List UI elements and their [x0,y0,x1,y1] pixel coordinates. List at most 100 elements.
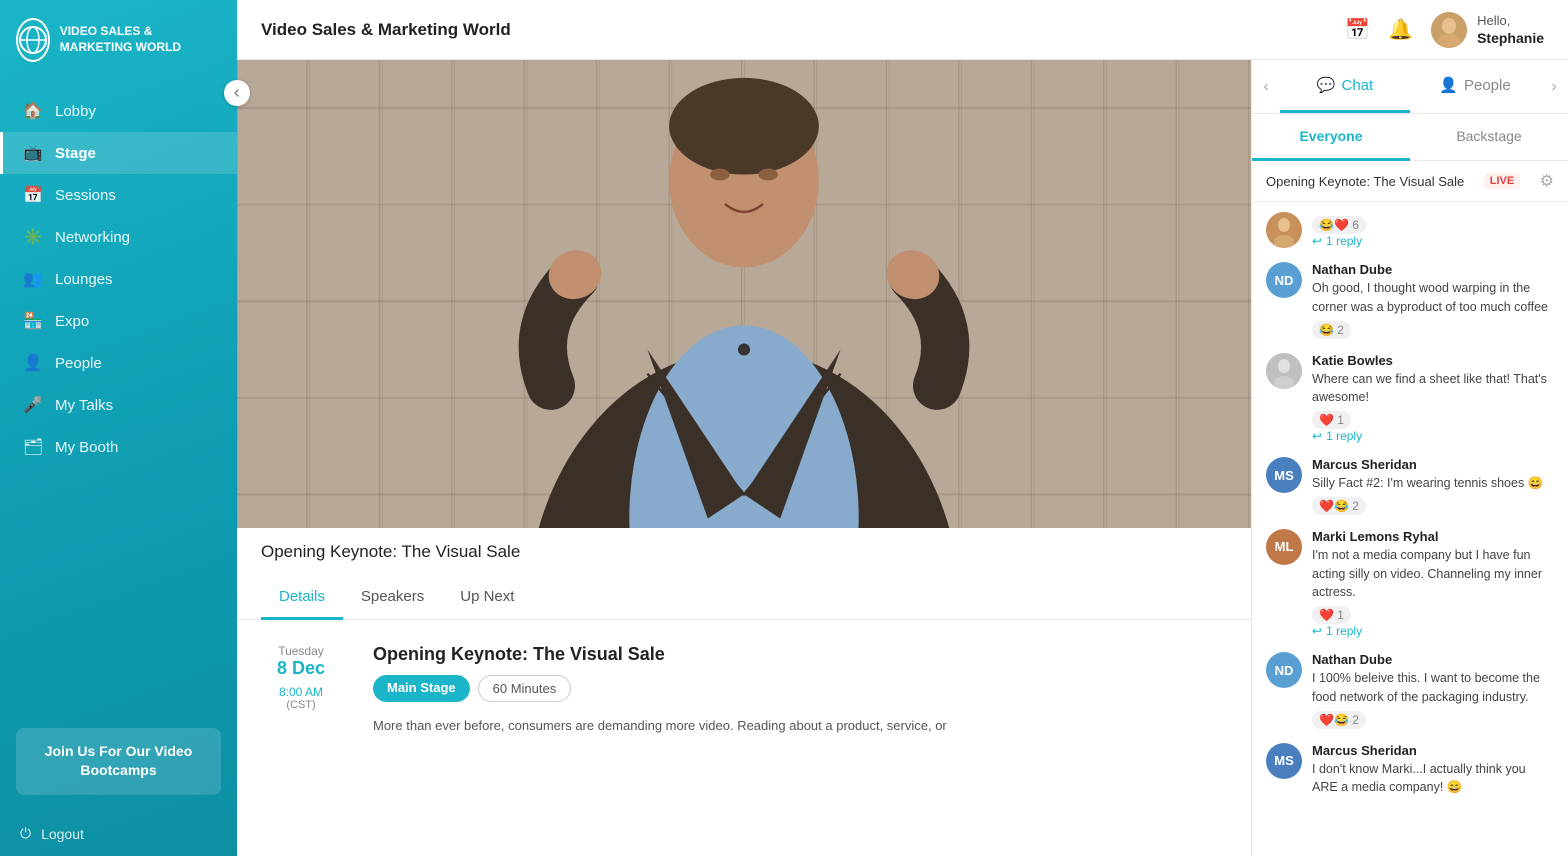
chat-icon: 💬 [1317,76,1336,94]
chat-messages: 😂❤️ 6 ↩ 1 reply ND Nathan Dube Oh good, … [1252,202,1568,856]
chat-message: 😂❤️ 6 ↩ 1 reply [1266,212,1554,248]
sidebar-item-sessions[interactable]: 📅 Sessions [0,174,237,216]
main-content: Video Sales & Marketing World 📅 🔔 Hello,… [237,0,1568,856]
video-title: Opening Keynote: The Visual Sale [237,528,1251,576]
subtab-everyone[interactable]: Everyone [1252,114,1410,161]
topbar-title: Video Sales & Marketing World [261,20,1345,40]
notification-icon[interactable]: 🔔 [1388,17,1413,42]
right-panel: ‹ 💬 Chat 👤 People › Everyone Backstage O… [1251,60,1568,856]
sidebar-item-networking[interactable]: ✳️Networking [0,216,237,258]
chat-message-text: I 100% beleive this. I want to become th… [1312,669,1554,707]
chat-message-body: Nathan Dube Oh good, I thought wood warp… [1312,262,1554,339]
sidebar-logout-button[interactable]: ⏻ Logout [0,811,237,856]
logo-text: VIDEO SALES & MARKETING WORLD [60,24,221,55]
calendar-icon[interactable]: 📅 [1345,17,1370,42]
chat-reactions: ❤️😂 2 [1312,711,1554,729]
chat-settings-icon[interactable]: ⚙ [1540,171,1554,191]
chat-avatar: ND [1266,652,1302,688]
tab-details[interactable]: Details [261,576,343,620]
sidebar: VIDEO SALES & MARKETING WORLD 🏠Lobby📺Sta… [0,0,237,856]
chat-reply-button[interactable]: ↩ 1 reply [1312,234,1554,248]
tab-up-next[interactable]: Up Next [442,576,532,620]
chat-message-text: Where can we find a sheet like that! Tha… [1312,370,1554,408]
user-name: Stephanie [1477,30,1544,46]
event-date-column: Tuesday 8 Dec 8:00 AM (CST) [261,644,341,711]
sidebar-bootcamp-button[interactable]: Join Us For Our Video Bootcamps [16,728,221,795]
chat-channel-title: Opening Keynote: The Visual Sale [1266,174,1464,189]
chat-message-body: Katie Bowles Where can we find a sheet l… [1312,353,1554,444]
lobby-icon: 🏠 [23,101,43,121]
sidebar-item-my-talks[interactable]: 🎤My Talks [0,384,237,426]
chat-message-body: Marki Lemons Ryhal I'm not a media compa… [1312,529,1554,638]
chat-message-body: 😂❤️ 6 ↩ 1 reply [1312,212,1554,248]
chat-message: ND Nathan Dube Oh good, I thought wood w… [1266,262,1554,339]
chat-avatar: ML [1266,529,1302,565]
video-player[interactable] [237,60,1251,528]
tab-people[interactable]: 👤 People [1410,60,1540,113]
user-avatar [1431,12,1467,48]
sidebar-item-label: Expo [55,313,89,330]
chat-message-text: Oh good, I thought wood warping in the c… [1312,279,1554,317]
sidebar-item-my-booth[interactable]: 🗂 My Booth [0,426,237,468]
event-meta: Tuesday 8 Dec 8:00 AM (CST) Opening Keyn… [261,644,1227,737]
event-tags: Main Stage 60 Minutes [373,675,1227,702]
chat-sub-tabs: Everyone Backstage [1252,114,1568,161]
chat-message: Katie Bowles Where can we find a sheet l… [1266,353,1554,444]
chat-sender-name: Marcus Sheridan [1312,457,1554,472]
chat-sender-name: Nathan Dube [1312,262,1554,277]
reaction-emoji: ❤️😂 2 [1312,497,1366,515]
sidebar-item-people[interactable]: 👤People [0,342,237,384]
subtab-backstage[interactable]: Backstage [1410,114,1568,160]
chat-tab-label: Chat [1342,77,1374,94]
chat-message-body: Marcus Sheridan Silly Fact #2: I'm weari… [1312,457,1554,515]
chat-reply-button[interactable]: ↩ 1 reply [1312,429,1554,443]
event-time: 8:00 AM [261,685,341,699]
sidebar-item-label: My Talks [55,397,113,414]
event-title: Opening Keynote: The Visual Sale [373,644,1227,665]
chat-avatar: MS [1266,743,1302,779]
sidebar-item-label: My Booth [55,439,118,456]
sidebar-toggle-button[interactable] [224,80,250,106]
reaction-emoji: ❤️😂 2 [1312,711,1366,729]
event-timezone: (CST) [261,699,341,711]
my-booth-icon: 🗂 [23,437,43,457]
chat-message: ND Nathan Dube I 100% beleive this. I wa… [1266,652,1554,729]
sidebar-item-lobby[interactable]: 🏠Lobby [0,90,237,132]
sidebar-item-label: Lounges [55,271,113,288]
networking-icon: ✳️ [23,227,43,247]
expo-icon: 🏪 [23,311,43,331]
sessions-icon: 📅 [23,185,43,205]
detail-content: Tuesday 8 Dec 8:00 AM (CST) Opening Keyn… [237,620,1251,761]
topbar: Video Sales & Marketing World 📅 🔔 Hello,… [237,0,1568,60]
sidebar-item-stage[interactable]: 📺Stage [0,132,237,174]
user-greeting: Hello, [1477,13,1544,30]
content-area: Opening Keynote: The Visual Sale Details… [237,60,1568,856]
chat-reply-button[interactable]: ↩ 1 reply [1312,624,1554,638]
video-content [237,60,1251,528]
chat-message-text: Silly Fact #2: I'm wearing tennis shoes … [1312,474,1554,493]
tab-speakers[interactable]: Speakers [343,576,442,620]
sidebar-item-label: Sessions [55,187,116,204]
sidebar-item-lounges[interactable]: 👥 Lounges [0,258,237,300]
chat-sender-name: Katie Bowles [1312,353,1554,368]
video-area: Opening Keynote: The Visual Sale Details… [237,60,1251,856]
sidebar-nav: 🏠Lobby📺Stage 📅 Sessions ✳️Networking 👥 Lounge… [0,80,237,712]
tab-chat[interactable]: 💬 Chat [1280,60,1410,113]
panel-left-arrow[interactable]: ‹ [1252,60,1280,113]
chat-reactions: ❤️😂 2 [1312,497,1554,515]
panel-right-arrow[interactable]: › [1540,60,1568,113]
chat-message: MS Marcus Sheridan Silly Fact #2: I'm we… [1266,457,1554,515]
lounges-icon: 👥 [23,269,43,289]
event-description: More than ever before, consumers are dem… [373,716,1227,737]
chat-message-text: I don't know Marki...I actually think yo… [1312,760,1554,798]
sidebar-item-label: Stage [55,145,96,162]
video-container [237,60,1251,528]
topbar-user[interactable]: Hello, Stephanie [1431,12,1544,48]
sidebar-item-expo[interactable]: 🏪 Expo [0,300,237,342]
chat-sender-name: Marcus Sheridan [1312,743,1554,758]
sidebar-item-label: People [55,355,102,372]
logo-icon [16,18,50,62]
chat-reactions: 😂❤️ 6 [1312,216,1554,234]
chat-reactions: ❤️ 1 [1312,411,1554,429]
logout-icon: ⏻ [20,825,31,842]
